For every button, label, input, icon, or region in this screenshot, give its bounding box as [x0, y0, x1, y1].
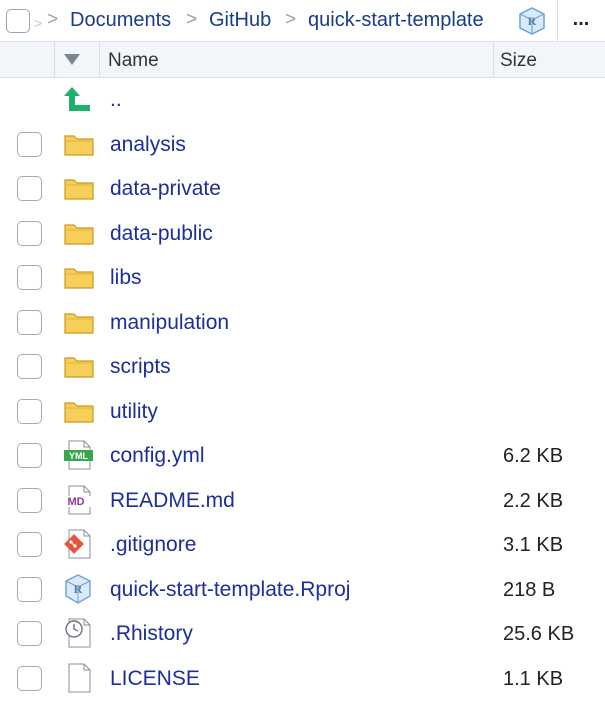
- breadcrumb-documents[interactable]: Documents: [70, 7, 171, 33]
- row-checkbox[interactable]: [17, 265, 42, 290]
- svg-text:YML: YML: [69, 451, 89, 461]
- file-row[interactable]: libs: [0, 256, 605, 300]
- column-divider: [99, 42, 100, 78]
- file-name[interactable]: scripts: [110, 355, 171, 379]
- more-options-button[interactable]: ...: [564, 8, 598, 34]
- file-size: 3.1 KB: [503, 534, 564, 556]
- file-row[interactable]: data-private: [0, 167, 605, 211]
- file-name[interactable]: utility: [110, 400, 158, 424]
- file-row[interactable]: .gitignore 3.1 KB: [0, 523, 605, 567]
- row-checkbox[interactable]: [17, 398, 42, 424]
- folder-icon: [64, 357, 94, 378]
- file-row[interactable]: .Rhistory 25.6 KB: [0, 612, 605, 656]
- file-name[interactable]: .gitignore: [110, 533, 196, 557]
- file-row[interactable]: LICENSE 1.1 KB: [0, 657, 605, 701]
- blank-file-icon: [68, 663, 91, 692]
- row-checkbox[interactable]: [17, 309, 42, 335]
- file-name[interactable]: data-private: [110, 177, 221, 201]
- column-header: Name Size: [0, 42, 605, 78]
- file-size: 1.1 KB: [503, 667, 564, 690]
- folder-icon: [64, 268, 94, 289]
- row-checkbox[interactable]: [17, 176, 42, 201]
- file-row[interactable]: analysis: [0, 123, 605, 167]
- file-row[interactable]: YML config.yml 6.2 KB: [0, 434, 605, 478]
- file-row[interactable]: utility: [0, 390, 605, 434]
- folder-icon: [64, 179, 94, 200]
- column-divider: [54, 42, 55, 78]
- file-name[interactable]: .Rhistory: [110, 622, 193, 646]
- rproj-file-icon: R: [65, 573, 91, 604]
- svg-text:MD: MD: [67, 496, 84, 508]
- folder-icon: [64, 401, 94, 423]
- file-size: 218 B: [503, 578, 556, 601]
- svg-text:R: R: [74, 582, 83, 596]
- file-size: 6.2 KB: [503, 445, 564, 467]
- breadcrumb-separator: >: [47, 9, 59, 30]
- history-file-icon: [65, 618, 91, 648]
- sort-descending-icon[interactable]: [63, 53, 81, 67]
- file-row[interactable]: scripts: [0, 345, 605, 389]
- column-divider: [493, 42, 494, 78]
- file-name[interactable]: config.yml: [110, 444, 205, 468]
- size-column-header[interactable]: Size: [500, 50, 537, 72]
- rproj-cube-icon[interactable]: R: [518, 6, 546, 36]
- row-checkbox[interactable]: [17, 443, 42, 468]
- breadcrumb-separator: >: [186, 9, 198, 30]
- file-name[interactable]: ..: [110, 88, 122, 112]
- select-all-checkbox[interactable]: [6, 9, 30, 33]
- svg-text:R: R: [528, 14, 537, 28]
- file-row[interactable]: R quick-start-template.Rproj 218 B: [0, 568, 605, 612]
- folder-icon: [64, 223, 94, 245]
- file-row[interactable]: MD README.md 2.2 KB: [0, 479, 605, 523]
- file-row[interactable]: manipulation: [0, 301, 605, 345]
- toolbar-divider: [557, 0, 558, 42]
- row-checkbox[interactable]: [17, 131, 42, 157]
- row-checkbox[interactable]: [17, 220, 42, 246]
- row-checkbox[interactable]: [17, 487, 42, 513]
- file-name[interactable]: README.md: [110, 489, 235, 513]
- file-name[interactable]: data-public: [110, 222, 213, 246]
- row-checkbox[interactable]: [17, 576, 42, 602]
- breadcrumb-github[interactable]: GitHub: [209, 7, 271, 33]
- folder-icon: [64, 312, 94, 334]
- yml-file-icon: YML: [64, 440, 93, 470]
- file-name[interactable]: manipulation: [110, 311, 229, 335]
- file-name[interactable]: LICENSE: [110, 667, 200, 691]
- breadcrumb-overflow-separator: >: [34, 15, 43, 31]
- breadcrumb-quick-start-template[interactable]: quick-start-template: [308, 7, 484, 33]
- name-column-header[interactable]: Name: [108, 50, 159, 72]
- breadcrumb-separator: >: [285, 9, 297, 30]
- file-size: 2.2 KB: [503, 489, 564, 512]
- file-row[interactable]: data-public: [0, 212, 605, 256]
- file-name[interactable]: quick-start-template.Rproj: [110, 578, 350, 602]
- file-name[interactable]: libs: [110, 266, 142, 290]
- breadcrumb: > > Documents > GitHub > quick-start-tem…: [0, 0, 605, 42]
- folder-icon: [64, 134, 94, 156]
- markdown-file-icon: MD: [63, 485, 91, 514]
- file-name[interactable]: analysis: [110, 133, 186, 157]
- row-checkbox[interactable]: [17, 621, 42, 646]
- row-checkbox[interactable]: [17, 354, 42, 379]
- row-checkbox[interactable]: [17, 532, 42, 557]
- file-row-parent[interactable]: ..: [0, 78, 605, 122]
- git-file-icon: [64, 529, 91, 559]
- row-checkbox[interactable]: [17, 665, 42, 691]
- up-arrow-icon: [64, 87, 90, 111]
- file-size: 25.6 KB: [503, 623, 575, 645]
